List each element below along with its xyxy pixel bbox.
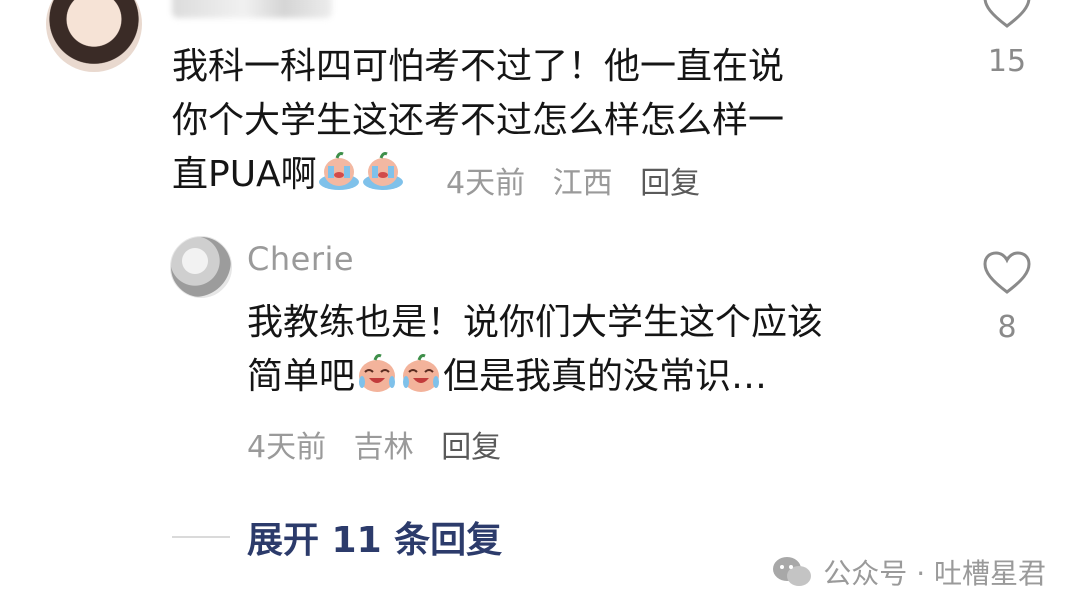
watermark: 公众号 · 吐槽星君 bbox=[771, 552, 1046, 592]
like-count: 15 bbox=[987, 44, 1027, 79]
tearful-laugh-emoji-icon bbox=[355, 354, 399, 394]
comment-location: 江西 bbox=[552, 166, 613, 201]
expand-replies-button[interactable]: 展开 11 条回复 bbox=[247, 511, 502, 563]
heart-icon bbox=[983, 0, 1031, 28]
watermark-text: 公众号 · 吐槽星君 bbox=[823, 557, 1046, 590]
tearful-laugh-emoji-icon bbox=[399, 354, 443, 394]
comment-text: 我教练也是！说你们大学生这个应该 简单吧 但是我真的没常识… bbox=[247, 296, 823, 404]
comment-line: 简单吧 但是我真的没常识… bbox=[247, 350, 823, 404]
comment-location: 吉林 bbox=[353, 430, 414, 465]
comment-line-text: 但是我真的没常识… bbox=[443, 356, 768, 397]
comment-line: 你个大学生这还考不过怎么样怎么样一 bbox=[172, 100, 785, 141]
comment-line-text: 直PUA啊 bbox=[172, 154, 317, 195]
comment-line: 我教练也是！说你们大学生这个应该 bbox=[247, 302, 824, 343]
crying-emoji-icon bbox=[361, 152, 405, 192]
reply-button[interactable]: 回复 bbox=[441, 430, 501, 465]
comment-line: 我科一科四可怕考不过了！他一直在说 bbox=[172, 46, 785, 87]
comment-line-text: 简单吧 bbox=[247, 356, 356, 397]
divider bbox=[172, 536, 230, 538]
avatar[interactable] bbox=[170, 236, 232, 298]
comment-meta: 4天前 吉林 回复 bbox=[247, 422, 519, 466]
comment-meta: 4天前 江西 回复 bbox=[446, 158, 718, 202]
wechat-icon bbox=[773, 557, 812, 586]
like-button[interactable]: 15 bbox=[977, 0, 1037, 79]
heart-icon bbox=[983, 251, 1031, 294]
username[interactable]: Cherie bbox=[247, 240, 354, 278]
crying-emoji-icon bbox=[317, 152, 361, 192]
avatar[interactable] bbox=[46, 0, 142, 72]
comment-time: 4天前 bbox=[247, 430, 327, 465]
like-count: 8 bbox=[997, 310, 1017, 345]
comment-time: 4天前 bbox=[446, 166, 526, 201]
blurred-username bbox=[172, 0, 332, 18]
reply-button[interactable]: 回复 bbox=[640, 166, 700, 201]
like-button[interactable]: 8 bbox=[977, 250, 1037, 345]
